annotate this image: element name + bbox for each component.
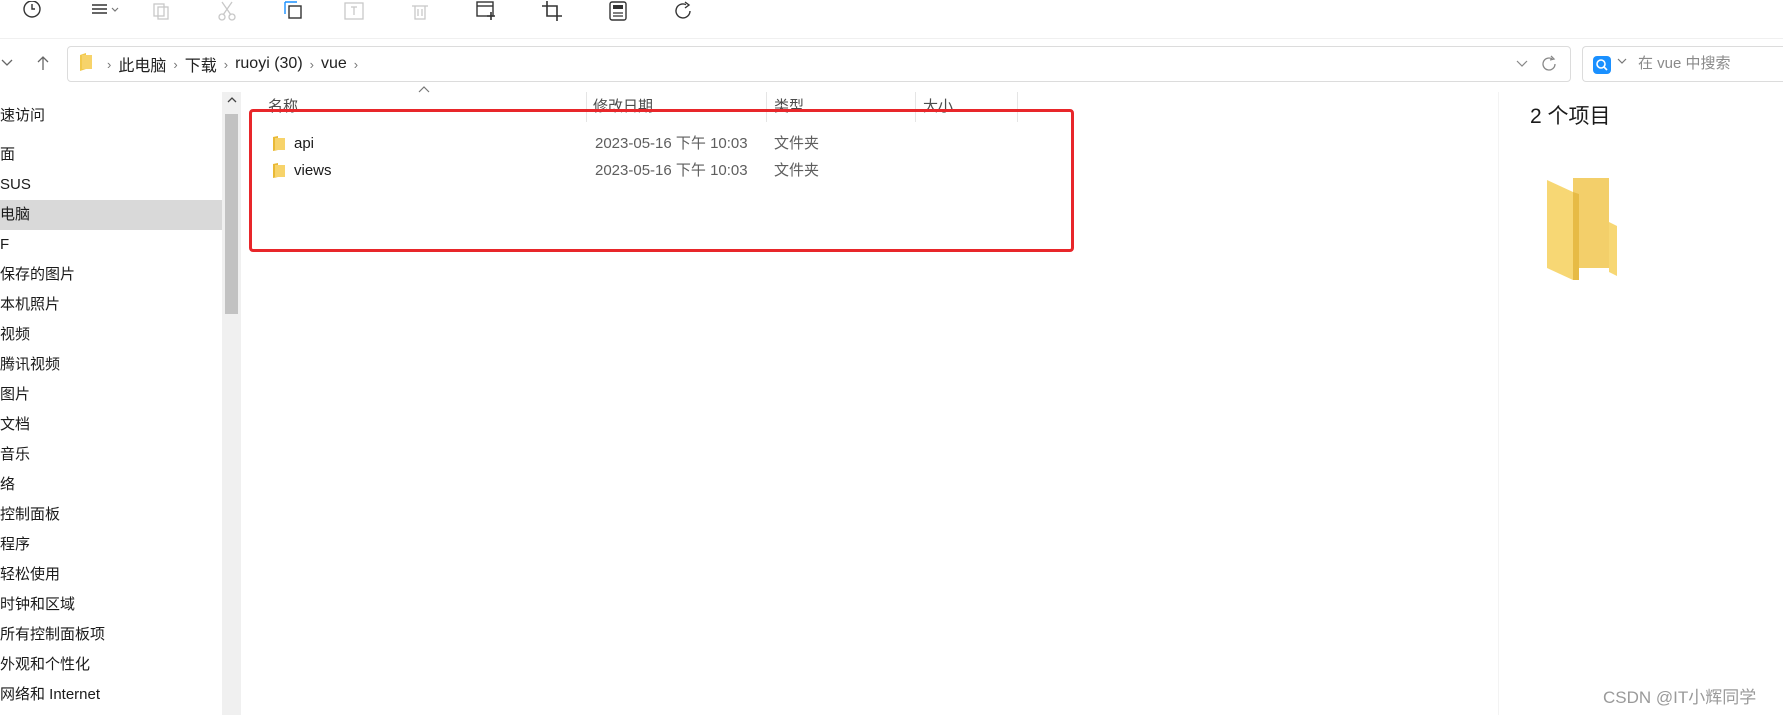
chevron-right-icon[interactable]: › (310, 57, 314, 72)
sidebar-item-this-pc[interactable]: 电脑 (0, 200, 222, 230)
crop-icon[interactable] (539, 0, 565, 22)
crumb-ruoyi[interactable]: ruoyi (30) (235, 55, 303, 73)
chevron-right-icon[interactable]: › (173, 57, 177, 72)
sidebar-item-programs[interactable]: 程序 (0, 530, 222, 560)
sidebar-item-pictures[interactable]: 图片 (0, 380, 222, 410)
crumb-downloads[interactable]: 下载 (185, 52, 217, 76)
sidebar-item-ease-of-access[interactable]: 轻松使用 (0, 560, 222, 590)
sidebar-item-quick-access[interactable]: 速访问 (0, 101, 222, 131)
sidebar-item-drive[interactable]: F (0, 230, 222, 260)
annotation-highlight-box (249, 109, 1074, 252)
sort-ascending-icon (418, 86, 430, 97)
chevron-right-icon: › (107, 56, 112, 72)
refresh-icon[interactable] (671, 0, 697, 22)
chevron-right-icon[interactable]: › (224, 57, 228, 72)
scrollbar-thumb[interactable] (225, 114, 238, 314)
watermark-text: CSDN @IT小辉同学 (1603, 688, 1757, 707)
folder-icon (78, 52, 92, 76)
sidebar-item-asus[interactable]: SUS (0, 170, 222, 200)
sidebar-item-documents[interactable]: 文档 (0, 410, 222, 440)
toolbar-divider (0, 38, 1783, 39)
large-folder-icon (1543, 172, 1621, 285)
search-scope-dropdown-icon[interactable] (1617, 57, 1627, 68)
rename-icon[interactable] (341, 0, 367, 22)
search-icon (1593, 56, 1611, 74)
chevron-right-icon[interactable]: › (354, 57, 358, 72)
sidebar-item-saved-pictures[interactable]: 保存的图片 (0, 260, 222, 290)
sidebar-item-videos[interactable]: 视频 (0, 320, 222, 350)
breadcrumb: › 此电脑 › 下载 › ruoyi (30) › vue › (78, 47, 365, 81)
address-bar[interactable]: › 此电脑 › 下载 › ruoyi (30) › vue › (67, 46, 1571, 82)
sidebar-item-desktop[interactable]: 面 (0, 140, 222, 170)
sidebar-item-clock-region[interactable]: 时钟和区域 (0, 590, 222, 620)
sidebar-scrollbar[interactable] (222, 92, 241, 715)
sidebar-item-camera-roll[interactable]: 本机照片 (0, 290, 222, 320)
cut-icon[interactable] (214, 0, 240, 22)
sidebar-item-all-control-panel[interactable]: 所有控制面板项 (0, 620, 222, 650)
sidebar-item-network[interactable]: 络 (0, 470, 222, 500)
refresh-address-icon[interactable] (1540, 55, 1558, 78)
search-input[interactable]: 在 vue 中搜索 (1638, 47, 1731, 81)
calculator-icon[interactable] (605, 0, 631, 22)
crumb-vue[interactable]: vue (321, 55, 347, 73)
sidebar-item-network-internet[interactable]: 网络和 Internet (0, 680, 222, 710)
view-options-icon[interactable] (88, 0, 124, 22)
command-bar (0, 0, 1783, 36)
item-count: 2 个项目 (1530, 105, 1611, 128)
delete-icon[interactable] (407, 0, 433, 22)
search-box[interactable]: 在 vue 中搜索 (1582, 46, 1783, 82)
sidebar-item-music[interactable]: 音乐 (0, 440, 222, 470)
new-item-icon[interactable] (473, 0, 499, 22)
history-icon[interactable] (19, 0, 45, 22)
sidebar-item-control-panel[interactable]: 控制面板 (0, 500, 222, 530)
details-pane-divider (1498, 92, 1499, 715)
sidebar-item-appearance[interactable]: 外观和个性化 (0, 650, 222, 680)
recent-locations-button[interactable] (0, 48, 20, 78)
copy-icon[interactable] (148, 0, 174, 22)
crumb-this-pc[interactable]: 此电脑 (118, 52, 166, 76)
select-icon[interactable] (280, 0, 306, 22)
address-dropdown-icon[interactable] (1516, 57, 1528, 71)
up-button[interactable] (30, 48, 56, 78)
sidebar-item-tencent-video[interactable]: 腾讯视频 (0, 350, 222, 380)
navigation-pane: 速访问 面 SUS 电脑 F 保存的图片 本机照片 视频 腾讯视频 图片 文档 … (0, 92, 222, 715)
scroll-up-icon[interactable] (227, 96, 237, 107)
